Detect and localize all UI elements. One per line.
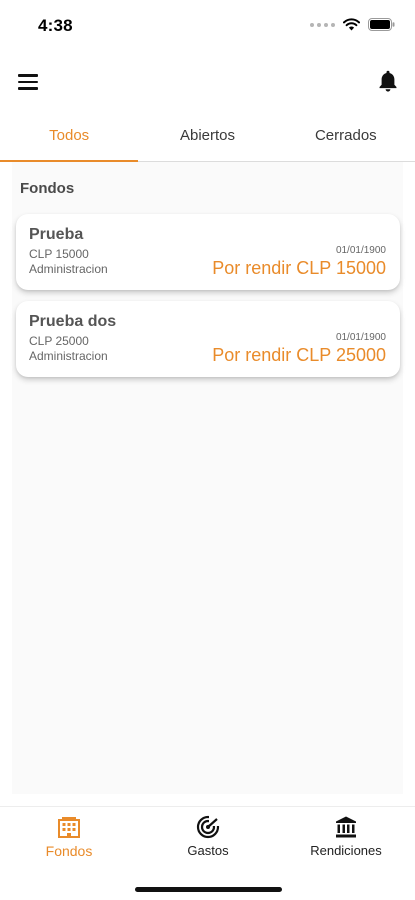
fund-date: 01/01/1900 [335, 332, 386, 343]
battery-icon [368, 18, 395, 31]
tab-abiertos[interactable]: Abiertos [138, 110, 276, 161]
app-header [0, 54, 415, 110]
nav-label: Rendiciones [310, 843, 382, 858]
fund-name: Prueba dos [29, 313, 117, 330]
fund-name: Prueba [29, 226, 84, 243]
nav-gastos[interactable]: Gastos [148, 815, 268, 865]
home-indicator[interactable] [135, 887, 282, 892]
tab-todos[interactable]: Todos [0, 110, 139, 162]
nav-rendiciones[interactable]: Rendiciones [286, 815, 406, 865]
section-title: Fondos [20, 180, 75, 197]
fund-department: Administracion [29, 262, 108, 276]
status-icons [310, 18, 395, 31]
fund-card[interactable]: Prueba CLP 15000 Administracion 01/01/19… [16, 214, 400, 290]
fund-amount: CLP 15000 [29, 247, 89, 261]
funds-list-area: Fondos Prueba CLP 15000 Administracion 0… [12, 162, 403, 794]
menu-icon[interactable] [18, 70, 42, 94]
fund-date: 01/01/1900 [335, 245, 386, 256]
tab-cerrados[interactable]: Cerrados [277, 110, 415, 161]
bank-icon [336, 816, 356, 838]
nav-label: Fondos [45, 843, 93, 859]
fund-status: Por rendir CLP 25000 [212, 345, 386, 365]
filter-tabs: Todos Abiertos Cerrados [0, 110, 415, 162]
nav-label: Gastos [187, 843, 229, 858]
status-time: 4:38 [38, 16, 73, 35]
fund-amount: CLP 25000 [29, 334, 89, 348]
fund-department: Administracion [29, 349, 108, 363]
wifi-icon [343, 18, 360, 31]
status-bar: 4:38 [0, 0, 415, 54]
bell-icon[interactable] [375, 68, 401, 94]
nav-fondos[interactable]: Fondos [9, 815, 129, 865]
building-icon [58, 817, 80, 838]
cellular-signal-icon [310, 22, 335, 27]
fund-status: Por rendir CLP 15000 [212, 258, 386, 278]
fund-card[interactable]: Prueba dos CLP 25000 Administracion 01/0… [16, 301, 400, 377]
bottom-nav: Fondos Gastos Rendiciones [0, 806, 415, 900]
radar-icon [196, 815, 220, 839]
